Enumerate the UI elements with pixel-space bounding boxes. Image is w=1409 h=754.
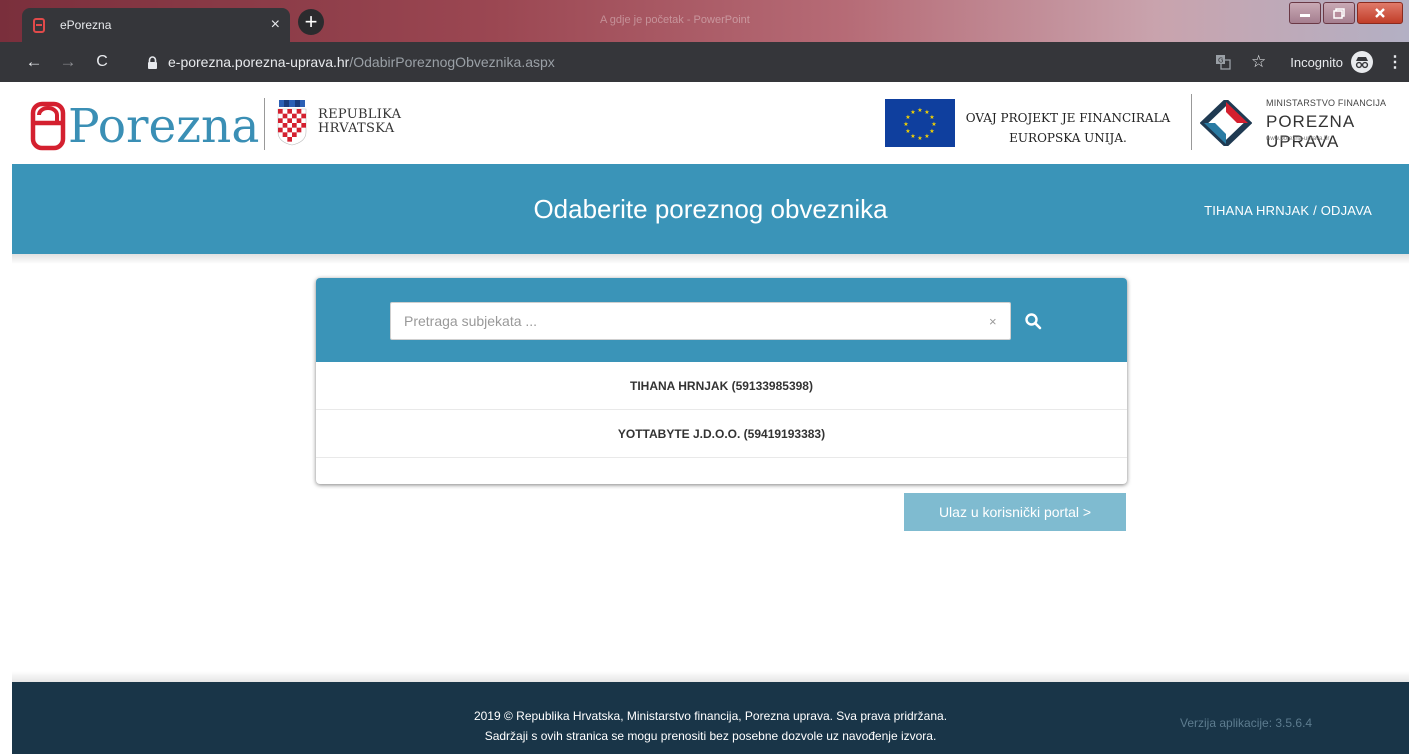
restore-button[interactable]: [1323, 2, 1355, 24]
croatian-crest-icon: [275, 100, 309, 146]
clear-icon[interactable]: ×: [989, 314, 997, 329]
svg-text:★: ★: [931, 121, 936, 128]
new-tab-button[interactable]: +: [298, 9, 324, 35]
header-divider: [264, 98, 265, 150]
republika-line-1: REPUBLIKA: [318, 107, 402, 122]
user-area: TIHANA HRNJAK / ODJAVA: [1204, 203, 1372, 218]
address-bar[interactable]: e-porezna.porezna-uprava.hr/OdabirPorezn…: [134, 48, 1264, 76]
svg-text:★: ★: [910, 133, 915, 140]
svg-text:★: ★: [917, 107, 922, 114]
translate-icon[interactable]: G: [1215, 54, 1231, 70]
url-host: e-porezna.porezna-uprava.hr: [168, 54, 350, 70]
browser-tab-eporezna[interactable]: ePorezna ×: [22, 8, 290, 42]
reload-button[interactable]: C: [88, 48, 116, 76]
window-controls: [1287, 2, 1403, 24]
close-window-button[interactable]: [1357, 2, 1403, 24]
subject-picker-card: × TIHANA HRNJAK (59133985398) YOTTABYTE …: [316, 278, 1127, 484]
minimize-button[interactable]: [1289, 2, 1321, 24]
footer-shadow: [12, 671, 1409, 682]
ministry-logo-icon[interactable]: [1199, 97, 1253, 149]
search-icon[interactable]: [1024, 312, 1042, 330]
incognito-label: Incognito: [1290, 54, 1343, 70]
eporezna-logo[interactable]: Porezna: [30, 94, 259, 152]
subject-search-bar: ×: [316, 278, 1127, 362]
url-path: /OdabirPoreznogObveznika.aspx: [349, 54, 555, 70]
svg-text:★: ★: [903, 121, 908, 128]
eu-line-2: EUROPSKA UNIJA.: [1009, 131, 1127, 145]
tab-title: ePorezna: [60, 18, 112, 32]
eporezna-logo-text: Porezna: [68, 99, 260, 154]
svg-text:★: ★: [910, 109, 915, 116]
eporezna-favicon-icon: [32, 17, 46, 33]
user-separator: /: [1309, 203, 1321, 218]
logout-link[interactable]: ODJAVA: [1321, 203, 1372, 218]
svg-text:G: G: [1218, 57, 1223, 65]
forward-button[interactable]: →: [54, 48, 82, 76]
star-icon[interactable]: ☆: [1251, 52, 1266, 72]
app-version: Verzija aplikacije: 3.5.6.4: [1180, 716, 1313, 730]
site-footer: 2019 © Republika Hrvatska, Ministarstvo …: [12, 682, 1409, 754]
tab-close-icon[interactable]: ×: [271, 16, 280, 34]
lock-icon[interactable]: [146, 55, 158, 69]
page-title: Odaberite poreznog obveznika: [533, 194, 888, 224]
subject-list: TIHANA HRNJAK (59133985398) YOTTABYTE J.…: [316, 362, 1127, 458]
svg-text:★: ★: [929, 114, 934, 121]
enter-portal-button[interactable]: Ulaz u korisnički portal >: [904, 493, 1126, 531]
band-shadow: [12, 254, 1409, 264]
user-name-link[interactable]: TIHANA HRNJAK: [1204, 203, 1309, 218]
subject-row[interactable]: YOTTABYTE J.D.O.O. (59419193383): [316, 410, 1127, 458]
porezna-uprava-label: POREZNA UPRAVA: [1266, 112, 1355, 151]
subject-search-input[interactable]: [390, 302, 1011, 340]
eu-line-1: OVAJ PROJEKT JE FINANCIRALA: [965, 111, 1171, 125]
svg-text:★: ★: [924, 133, 929, 140]
title-band: Odaberite poreznog obveznika TIHANA HRNJ…: [12, 164, 1409, 254]
background-window-title: A gdje je početak - PowerPoint: [600, 14, 750, 26]
svg-text:★: ★: [917, 135, 922, 142]
eu-flag-icon: ★ ★ ★ ★ ★ ★ ★ ★ ★ ★ ★ ★: [885, 99, 955, 147]
header-divider-right: [1191, 94, 1192, 150]
svg-text:★: ★: [929, 128, 934, 135]
republika-line-2: HRVATSKA: [318, 121, 395, 136]
subject-row[interactable]: TIHANA HRNJAK (59133985398): [316, 362, 1127, 410]
porezna-uprava-url[interactable]: www.porezna-uprava.hr: [1266, 136, 1329, 142]
menu-icon[interactable]: ⋮: [1387, 52, 1403, 72]
eporezna-logo-mark-icon: [30, 94, 66, 152]
site-header: Porezna REPUBLIKA HRVATSKA ★ ★ ★ ★ ★ ★ ★…: [0, 82, 1409, 164]
svg-text:★: ★: [905, 128, 910, 135]
eu-funding-label: OVAJ PROJEKT JE FINANCIRALA EUROPSKA UNI…: [958, 108, 1178, 148]
republika-hrvatska-label: REPUBLIKA HRVATSKA: [318, 108, 401, 136]
browser-titlebar: ePorezna × + A gdje je početak - PowerPo…: [0, 0, 1409, 42]
browser-toolbar: ← → C e-porezna.porezna-uprava.hr/Odabir…: [0, 42, 1409, 82]
back-button[interactable]: ←: [20, 48, 48, 76]
ministry-name-label: MINISTARSTVO FINANCIJA: [1266, 98, 1387, 108]
incognito-icon[interactable]: [1351, 51, 1373, 73]
